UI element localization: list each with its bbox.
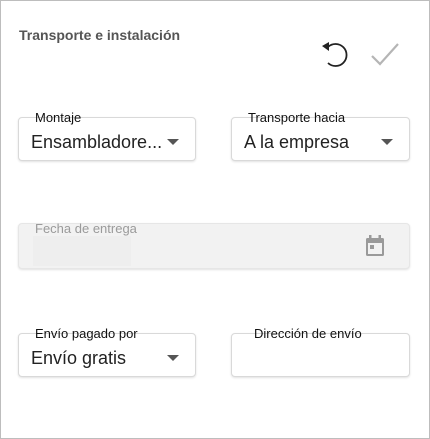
montaje-select[interactable]: Montaje Ensambladore...: [18, 111, 196, 161]
envio-pagado-label: Envío pagado por: [35, 326, 138, 341]
calendar-icon[interactable]: [365, 235, 385, 257]
montaje-value: Ensambladore...: [31, 132, 163, 152]
chevron-down-icon[interactable]: [381, 139, 393, 145]
direccion-envio-field[interactable]: Dirección de envío: [231, 327, 410, 377]
envio-pagado-value: Envío gratis: [31, 348, 127, 368]
check-icon[interactable]: [369, 39, 401, 71]
transporte-label: Transporte hacia: [248, 110, 346, 125]
montaje-label: Montaje: [35, 110, 82, 125]
envio-pagado-select[interactable]: Envío pagado por Envío gratis: [18, 327, 196, 377]
direccion-envio-label: Dirección de envío: [254, 326, 362, 341]
undo-icon[interactable]: [319, 38, 351, 70]
transporte-value: A la empresa: [244, 132, 350, 152]
fecha-entrega-input-area: [33, 236, 131, 266]
transporte-select[interactable]: Transporte hacia A la empresa: [231, 111, 410, 161]
chevron-down-icon[interactable]: [167, 139, 179, 145]
chevron-down-icon[interactable]: [167, 355, 179, 361]
fecha-entrega-field[interactable]: Fecha de entrega: [18, 221, 410, 269]
panel-title: Transporte e instalación: [19, 27, 181, 43]
panel: Transporte e instalación Montaje Ensambl…: [0, 0, 430, 439]
fecha-entrega-label: Fecha de entrega: [35, 221, 137, 236]
